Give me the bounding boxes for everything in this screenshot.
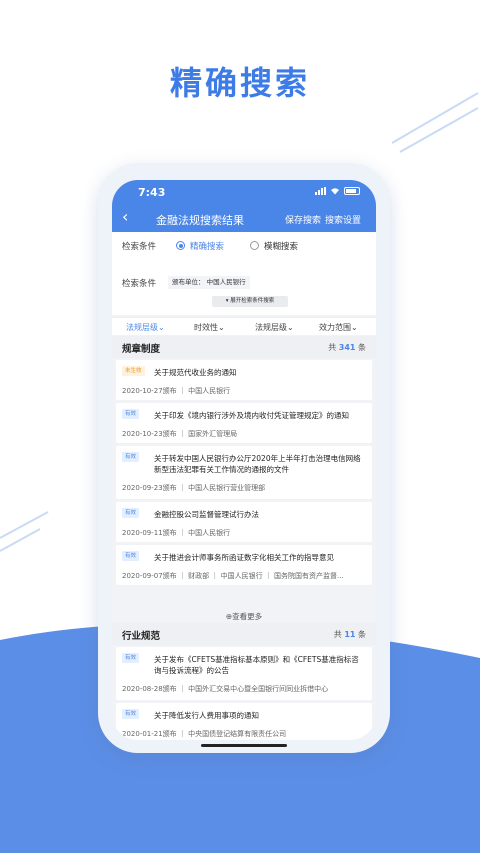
count-suffix: 条: [358, 343, 366, 352]
result-title: 关于规范代收业务的通知: [154, 368, 237, 377]
battery-icon: [344, 187, 360, 195]
back-chevron-icon[interactable]: ‹: [122, 207, 128, 226]
status-icons: [315, 187, 360, 195]
section-count: 共 341 条: [328, 342, 366, 353]
result-meta: 2020-08-28颁布 ｜ 中国外汇交易中心暨全国银行间同业拆借中心: [122, 685, 329, 693]
result-title: 关于推进会计师事务所函证数字化相关工作的指导意见: [154, 553, 334, 562]
result-title: 关于转发中国人民银行办公厅2020年上半年打击治理电信网络新型违法犯罪有关工作情…: [154, 454, 361, 474]
result-card[interactable]: 有效 金融控股公司监督管理试行办法 2020-09-11颁布 ｜ 中国人民银行: [116, 502, 372, 542]
result-card[interactable]: 有效 关于降低发行人费用事项的通知 2020-01-21颁布 ｜ 中央国债登记结…: [116, 703, 372, 740]
expand-conditions-button[interactable]: ▾ 展开检索条件搜索: [212, 296, 288, 307]
mode-label: 检索条件: [122, 242, 157, 252]
result-card[interactable]: 有效 关于转发中国人民银行办公厅2020年上半年打击治理电信网络新型违法犯罪有关…: [116, 446, 372, 499]
section-count: 共 11 条: [334, 629, 366, 640]
status-badge: 有效: [122, 452, 140, 462]
search-settings-button[interactable]: 搜索设置: [325, 213, 361, 226]
nav-bar: ‹ 金融法规搜索结果 保存搜索 搜索设置: [112, 204, 376, 232]
signal-icon: [315, 187, 326, 195]
result-title: 关于印发《境内银行涉外及境内收付凭证管理规定》的通知: [154, 411, 349, 420]
status-badge: 有效: [122, 653, 140, 663]
home-indicator: [201, 744, 287, 747]
count-suffix: 条: [358, 630, 366, 639]
filter-validity[interactable]: 时效性⌄: [194, 322, 225, 333]
result-card[interactable]: 有效 关于发布《CFETS基准指标基本原则》和《CFETS基准指标咨询与投诉流程…: [116, 647, 372, 700]
section-title: 行业规范: [122, 631, 161, 642]
status-badge: 有效: [122, 709, 140, 719]
fuzzy-search-label[interactable]: 模糊搜索: [264, 240, 298, 252]
filter-level-2[interactable]: 法规层级⌄: [255, 322, 294, 333]
count-prefix: 共: [328, 343, 337, 352]
search-conditions: 检索条件 精确搜索 模糊搜索 检索条件 颁布单位： 中国人民银行 ▾ 展开检索条…: [112, 232, 376, 315]
result-meta: 2020-09-11颁布 ｜ 中国人民银行: [122, 529, 231, 537]
result-meta: 2020-10-23颁布 ｜ 国家外汇管理局: [122, 430, 238, 438]
status-bar: 7:43: [112, 180, 376, 204]
phone-frame: 7:43 ‹ 金融法规搜索结果 保存搜索 搜索设置 检索条件 精确搜索 模糊搜索…: [98, 163, 390, 753]
nav-title: 金融法规搜索结果: [156, 214, 244, 227]
wifi-icon: [331, 188, 339, 195]
condition-label: 检索条件: [122, 279, 157, 289]
filter-bar: 法规层级⌄ 时效性⌄ 法规层级⌄ 效力范围⌄: [112, 317, 376, 335]
status-time: 7:43: [138, 186, 166, 199]
status-badge: 有效: [122, 551, 140, 561]
condition-tag[interactable]: 颁布单位： 中国人民银行: [168, 276, 250, 289]
section-header-regulations: 规章制度 共 341 条: [112, 336, 376, 358]
status-badge: 有效: [122, 508, 140, 518]
phone-screen: 7:43 ‹ 金融法规搜索结果 保存搜索 搜索设置 检索条件 精确搜索 模糊搜索…: [112, 180, 376, 740]
result-meta: 2020-01-21颁布 ｜ 中央国债登记结算有限责任公司: [122, 730, 287, 738]
filter-scope[interactable]: 效力范围⌄: [319, 322, 358, 333]
exact-search-radio[interactable]: [176, 241, 185, 250]
exact-search-label[interactable]: 精确搜索: [190, 240, 224, 252]
decor-line: [0, 511, 49, 539]
section-header-industry: 行业规范 共 11 条: [112, 623, 376, 645]
result-meta: 2020-09-23颁布 ｜ 中国人民银行营业管理部: [122, 484, 266, 492]
result-meta: 2020-09-07颁布 ｜ 财政部 ｜ 中国人民银行 ｜ 国务院国有资产监督.…: [122, 572, 344, 580]
result-title: 关于降低发行人费用事项的通知: [154, 711, 259, 720]
page-headline: 精确搜索: [169, 64, 310, 102]
result-meta: 2020-10-27颁布 ｜ 中国人民银行: [122, 387, 231, 395]
result-card[interactable]: 未生效 关于规范代收业务的通知 2020-10-27颁布 ｜ 中国人民银行: [116, 360, 372, 400]
decor-line: [0, 528, 41, 552]
result-title: 金融控股公司监督管理试行办法: [154, 510, 259, 519]
fuzzy-search-radio[interactable]: [250, 241, 259, 250]
status-badge: 未生效: [122, 366, 145, 376]
result-title: 关于发布《CFETS基准指标基本原则》和《CFETS基准指标咨询与投诉流程》的公…: [154, 655, 359, 675]
result-card[interactable]: 有效 关于推进会计师事务所函证数字化相关工作的指导意见 2020-09-07颁布…: [116, 545, 372, 585]
count-number: 341: [338, 343, 356, 352]
result-card[interactable]: 有效 关于印发《境内银行涉外及境内收付凭证管理规定》的通知 2020-10-23…: [116, 403, 372, 443]
status-badge: 有效: [122, 409, 140, 419]
count-number: 11: [344, 630, 356, 639]
section-title: 规章制度: [122, 344, 161, 355]
filter-level[interactable]: 法规层级⌄: [126, 322, 165, 333]
save-search-button[interactable]: 保存搜索: [285, 213, 321, 226]
count-prefix: 共: [333, 630, 342, 639]
